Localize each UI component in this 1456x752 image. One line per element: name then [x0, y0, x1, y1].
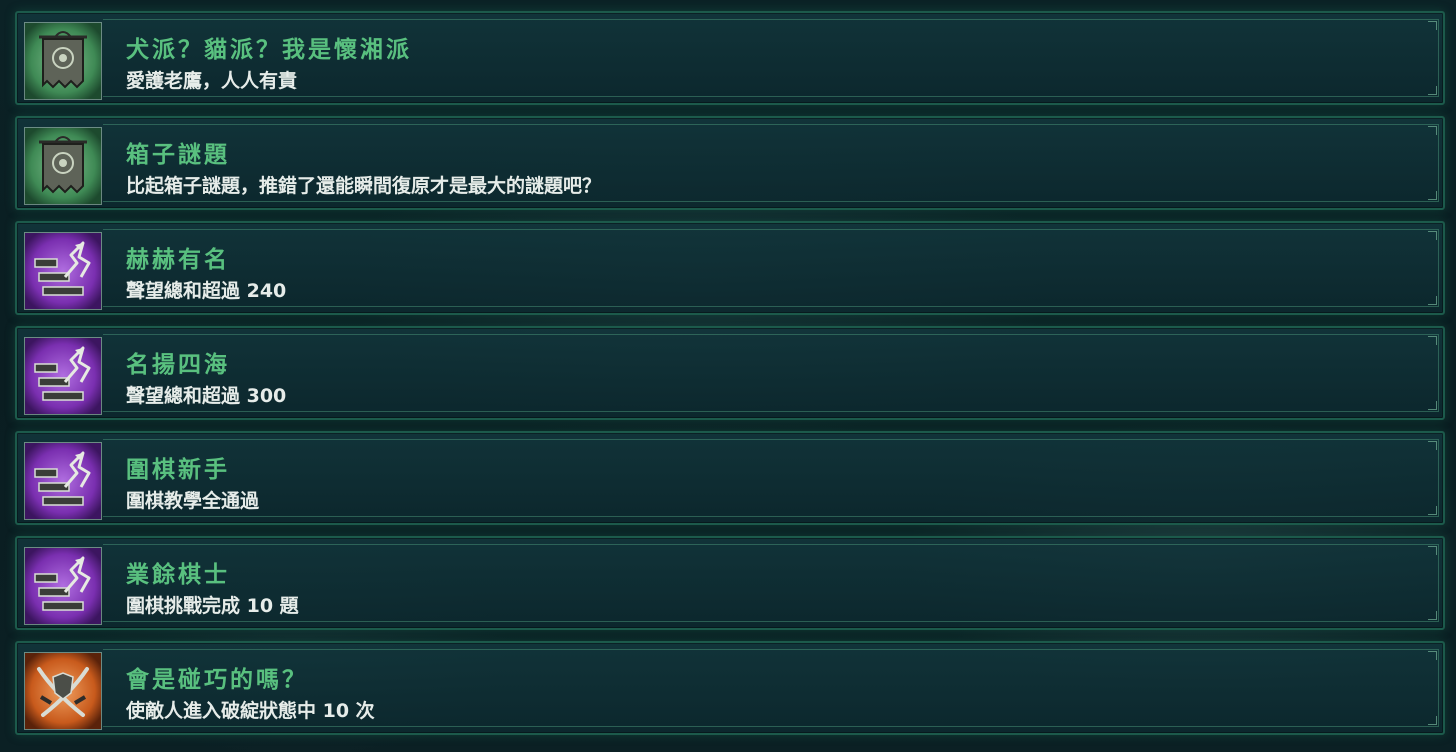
- corner-ornament: [1428, 126, 1437, 135]
- crossed-swords-icon: [24, 652, 102, 730]
- corner-ornament: [1428, 611, 1437, 620]
- corner-ornament: [1428, 546, 1437, 555]
- achievement-description: 使敵人進入破綻狀態中 10 次: [126, 700, 375, 722]
- achievement-description: 愛護老鷹，人人有責: [126, 70, 298, 92]
- achievement-title: 名揚四海: [126, 352, 230, 378]
- achievement-description: 聲望總和超過 300: [126, 385, 287, 407]
- achievement-description: 聲望總和超過 240: [126, 280, 287, 302]
- achievement-row[interactable]: 圍棋新手 圍棋教學全通過: [15, 431, 1445, 525]
- stairs-arrow-icon: [24, 337, 102, 415]
- achievement-title: 箱子謎題: [126, 142, 230, 168]
- banner-icon: [24, 127, 102, 205]
- achievement-title: 業餘棋士: [126, 562, 230, 588]
- achievement-title: 會是碰巧的嗎？: [126, 667, 308, 693]
- stairs-arrow-icon: [24, 442, 102, 520]
- corner-ornament: [1428, 231, 1437, 240]
- achievement-description: 圍棋教學全通過: [126, 490, 260, 512]
- achievement-row[interactable]: 名揚四海 聲望總和超過 300: [15, 326, 1445, 420]
- corner-ornament: [1428, 506, 1437, 515]
- achievement-row[interactable]: 箱子謎題 比起箱子謎題，推錯了還能瞬間復原才是最大的謎題吧？: [15, 116, 1445, 210]
- corner-ornament: [1428, 441, 1437, 450]
- corner-ornament: [1428, 296, 1437, 305]
- banner-icon: [24, 22, 102, 100]
- corner-ornament: [1428, 336, 1437, 345]
- achievement-title: 犬派？貓派？我是懷湘派: [126, 37, 412, 63]
- corner-ornament: [1428, 86, 1437, 95]
- achievement-title: 圍棋新手: [126, 457, 230, 483]
- achievement-title: 赫赫有名: [126, 247, 230, 273]
- achievement-row[interactable]: 業餘棋士 圍棋挑戰完成 10 題: [15, 536, 1445, 630]
- stairs-arrow-icon: [24, 232, 102, 310]
- achievement-description: 比起箱子謎題，推錯了還能瞬間復原才是最大的謎題吧？: [126, 175, 602, 197]
- corner-ornament: [1428, 401, 1437, 410]
- corner-ornament: [1428, 191, 1437, 200]
- achievement-row[interactable]: 赫赫有名 聲望總和超過 240: [15, 221, 1445, 315]
- corner-ornament: [1428, 716, 1437, 725]
- achievement-list: 犬派？貓派？我是懷湘派 愛護老鷹，人人有責 箱子謎題 比起箱子謎題，推錯了還能瞬…: [15, 11, 1445, 746]
- stairs-arrow-icon: [24, 547, 102, 625]
- achievement-row[interactable]: 犬派？貓派？我是懷湘派 愛護老鷹，人人有責: [15, 11, 1445, 105]
- corner-ornament: [1428, 651, 1437, 660]
- achievement-row[interactable]: 會是碰巧的嗎？ 使敵人進入破綻狀態中 10 次: [15, 641, 1445, 735]
- corner-ornament: [1428, 21, 1437, 30]
- achievement-description: 圍棋挑戰完成 10 題: [126, 595, 299, 617]
